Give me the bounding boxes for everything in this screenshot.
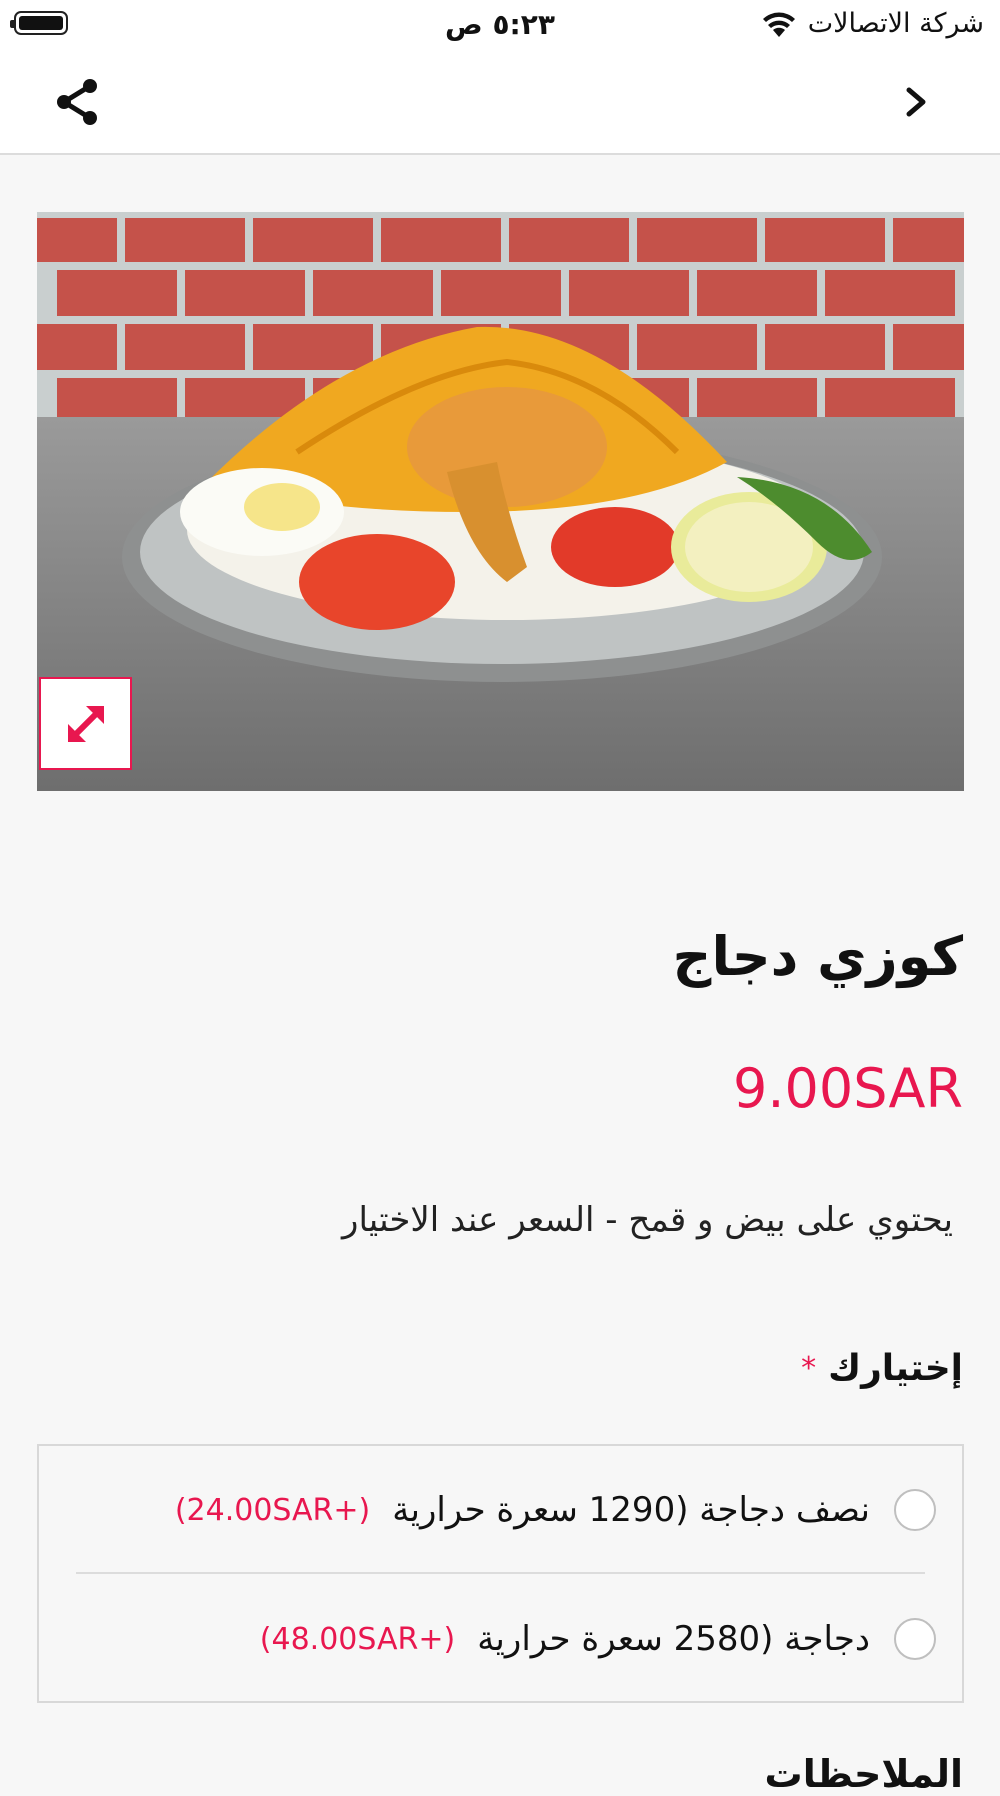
option-whole-chicken[interactable]: دجاجة (2580 سعرة حرارية (+48.00SAR) — [39, 1575, 962, 1703]
product-price: 9.00SAR — [733, 1057, 963, 1120]
options-list: نصف دجاجة (1290 سعرة حرارية (+24.00SAR) … — [37, 1444, 964, 1703]
back-button[interactable] — [895, 80, 939, 124]
option-divider — [76, 1572, 925, 1574]
nav-bar — [0, 50, 1000, 155]
carrier-info: شركة الاتصالات — [760, 8, 984, 39]
option-text: نصف دجاجة (1290 سعرة حرارية (+24.00SAR) — [175, 1446, 870, 1574]
expand-image-button[interactable] — [39, 677, 132, 770]
product-title: كوزي دجاج — [672, 925, 963, 988]
battery-icon — [10, 11, 68, 35]
choice-heading: إختيارك * — [801, 1348, 963, 1389]
option-label: نصف دجاجة (1290 سعرة حرارية — [392, 1490, 870, 1530]
product-description: يحتوي على بيض و قمح - السعر عند الاختيار — [342, 1200, 953, 1240]
radio-button[interactable] — [894, 1489, 936, 1531]
carrier-name: شركة الاتصالات — [807, 8, 984, 39]
choice-heading-label: إختيارك — [828, 1348, 963, 1389]
product-image[interactable] — [37, 212, 964, 791]
radio-button[interactable] — [894, 1618, 936, 1660]
option-label: دجاجة (2580 سعرة حرارية — [477, 1619, 870, 1659]
notes-heading: الملاحظات — [764, 1752, 963, 1796]
required-marker: * — [801, 1351, 817, 1386]
status-bar: ٥:٢٣ ص شركة الاتصالات — [0, 0, 1000, 50]
option-text: دجاجة (2580 سعرة حرارية (+48.00SAR) — [260, 1575, 870, 1703]
share-icon[interactable] — [50, 74, 106, 130]
option-half-chicken[interactable]: نصف دجاجة (1290 سعرة حرارية (+24.00SAR) — [39, 1446, 962, 1574]
expand-icon — [67, 705, 104, 742]
status-time: ٥:٢٣ ص — [445, 8, 555, 41]
option-price: (+48.00SAR) — [259, 1621, 456, 1657]
wifi-icon — [762, 12, 795, 37]
food-photo — [37, 212, 964, 791]
option-price: (+24.00SAR) — [174, 1492, 371, 1528]
